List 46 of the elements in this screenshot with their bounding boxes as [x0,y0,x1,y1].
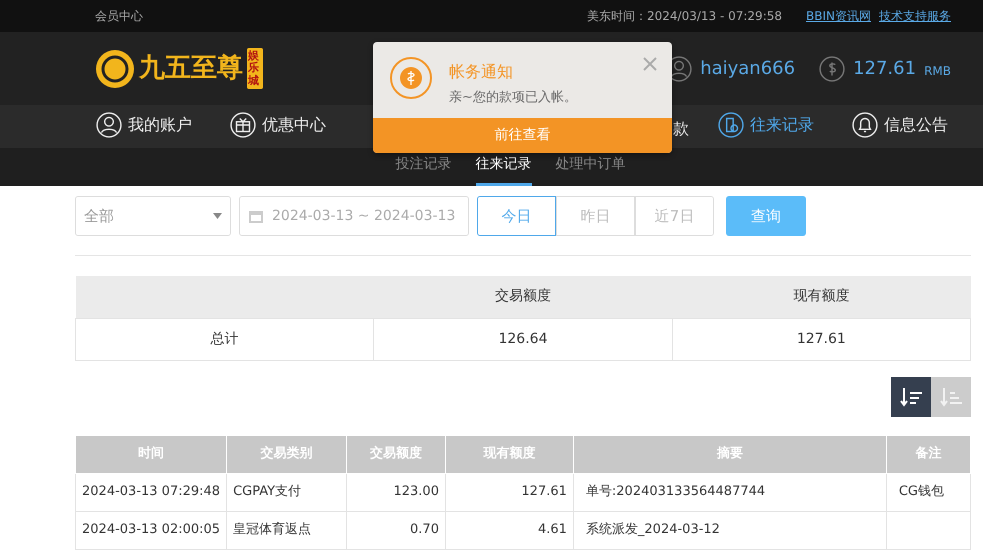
date-range-button[interactable]: 今日 [477,196,556,236]
table-cell: 127.61 [445,473,574,511]
currency-label: RMB [924,62,951,80]
dollar-icon [819,56,846,82]
nav-item[interactable]: 我的账户 [96,112,192,138]
balance-amount: 127.61 [853,57,916,81]
logo-emblem-icon [95,48,135,88]
money-bubble-icon [389,56,433,100]
table-cell: 系统派发_2024-03-12 [573,511,886,549]
time-text: 2024/03/13 - 07:29:58 [646,8,782,25]
notification-message: 亲~您的款项已入帐。 [449,89,578,107]
table-cell: 123.00 [346,473,446,511]
table-cell: 2024-03-13 07:29:48 [76,473,227,511]
nav-item[interactable]: 款 [673,117,689,141]
table-cell: 2024-03-13 02:00:05 [76,511,227,549]
notification-title: 帐务通知 [449,61,514,83]
table-cell: 总计 [76,318,374,360]
table-cell: 4.61 [445,511,574,549]
table-cell: 皇冠体育返点 [226,511,346,549]
clipboard-icon [718,112,744,138]
table-cell: 127.61 [672,318,970,360]
table-cell: CGPAY支付 [226,473,346,511]
close-icon[interactable] [642,56,658,72]
type-select[interactable]: 全部 [75,196,231,236]
nav-item[interactable]: 优惠中心 [230,112,326,138]
table-cell: 126.64 [374,318,672,360]
header-link[interactable]: BBIN资讯网 [806,7,871,25]
table-cell: 0.70 [346,511,446,549]
person-icon [96,112,122,138]
bell-icon [852,112,878,138]
table-cell: 单号:202403133564487744 [573,473,886,511]
logo-text: 九五至尊 [139,52,243,85]
table-cell: CG钱包 [886,473,970,511]
username: haiyan666 [700,57,796,81]
page-title: 会员中心 [95,8,143,25]
nav-item[interactable]: 往来记录 [718,112,814,138]
caret-icon [213,213,222,219]
column-header: 交易额度 [374,276,672,318]
calendar-icon [248,208,264,224]
sort-descending-button[interactable] [891,376,931,416]
time-label: 美东时间： [586,8,647,25]
logo-badge: 娱乐城 [247,48,263,89]
nav-item[interactable]: 信息公告 [852,112,948,138]
gift-icon [230,112,256,138]
column-header: 现有额度 [672,276,970,318]
header-link[interactable]: 技术支持服务 [879,7,951,25]
